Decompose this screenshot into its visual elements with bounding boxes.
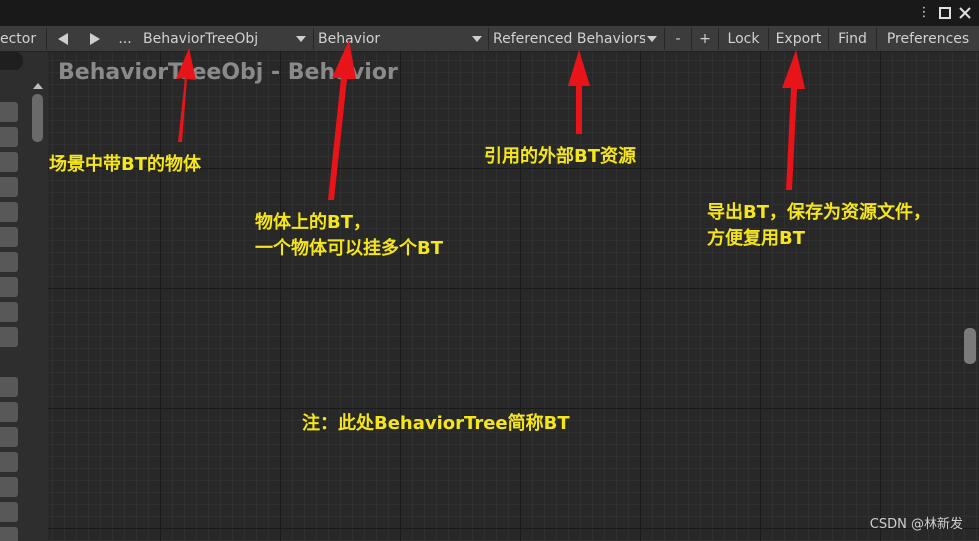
- triangle-left-icon: [58, 33, 68, 45]
- task-list-item[interactable]: [0, 277, 18, 297]
- task-list-item[interactable]: [0, 127, 18, 147]
- behavior-annotation-line2: 一个物体可以挂多个BT: [255, 238, 443, 259]
- prev-button[interactable]: [50, 26, 76, 52]
- behavior-toolbar: ector ... BehaviorTreeObj Behavior Refer…: [0, 26, 979, 52]
- export-label: Export: [775, 31, 822, 47]
- lock-button[interactable]: Lock: [719, 26, 768, 52]
- maximize-icon[interactable]: [936, 4, 954, 22]
- panel-scrollbar-thumb[interactable]: [32, 94, 43, 142]
- more-options-label: ...: [118, 31, 132, 47]
- behavior-graph-canvas[interactable]: [48, 52, 979, 541]
- object-dropdown[interactable]: BehaviorTreeObj: [139, 28, 312, 50]
- task-list-item[interactable]: [0, 327, 18, 347]
- referenced-behaviors-label: Referenced Behaviors: [493, 31, 645, 47]
- find-label: Find: [838, 31, 867, 47]
- task-list-item[interactable]: [0, 502, 18, 522]
- export-annotation-line2: 方便复用BT: [707, 228, 805, 249]
- task-list-item[interactable]: [0, 227, 18, 247]
- panel-search-field[interactable]: [0, 52, 23, 70]
- task-list-item[interactable]: [0, 527, 18, 541]
- referenced-behaviors-dropdown[interactable]: Referenced Behaviors: [489, 28, 663, 50]
- export-button[interactable]: Export: [769, 26, 828, 52]
- add-behavior-button[interactable]: +: [692, 26, 718, 52]
- close-icon[interactable]: [956, 4, 974, 22]
- preferences-label: Preferences: [886, 31, 970, 47]
- chevron-down-icon: [296, 36, 306, 42]
- task-list-item[interactable]: [0, 402, 18, 422]
- graph-scrollbar-thumb[interactable]: [964, 328, 976, 364]
- next-button[interactable]: [82, 26, 108, 52]
- more-options-button[interactable]: ...: [114, 26, 136, 52]
- task-list-item[interactable]: [0, 377, 18, 397]
- abbreviation-annotation: 注：此处BehaviorTree简称BT: [302, 411, 570, 437]
- export-annotation: 导出BT，保存为资源文件， 方便复用BT: [707, 200, 931, 252]
- referenced-annotation: 引用的外部BT资源: [484, 144, 636, 170]
- task-list-item[interactable]: [0, 252, 18, 272]
- object-annotation: 场景中带BT的物体: [49, 152, 201, 178]
- lock-label: Lock: [727, 31, 760, 47]
- behavior-dropdown[interactable]: Behavior: [314, 28, 488, 50]
- task-list-item[interactable]: [0, 202, 18, 222]
- abbreviation-annotation-text: 注：此处BehaviorTree简称BT: [302, 413, 570, 434]
- minus-label: -: [675, 31, 681, 47]
- window-titlebar: ⋮: [0, 0, 979, 26]
- remove-behavior-button[interactable]: -: [665, 26, 691, 52]
- task-list-item[interactable]: [0, 152, 18, 172]
- toolbar-divider: [46, 28, 47, 50]
- task-list-item[interactable]: [0, 427, 18, 447]
- plus-label: +: [699, 31, 711, 47]
- find-button[interactable]: Find: [829, 26, 876, 52]
- task-list-item[interactable]: [0, 177, 18, 197]
- triangle-right-icon: [90, 33, 100, 45]
- behavior-designer-window: ⋮ ector ... BehaviorTreeObj Behavior Ref…: [0, 0, 979, 541]
- behavior-dropdown-label: Behavior: [318, 31, 381, 47]
- behavior-annotation-line1: 物体上的BT，: [255, 212, 371, 233]
- task-list-panel: [0, 52, 48, 541]
- object-annotation-text: 场景中带BT的物体: [49, 154, 201, 175]
- task-list-item[interactable]: [0, 452, 18, 472]
- scroll-up-icon[interactable]: [33, 83, 43, 89]
- export-annotation-line1: 导出BT，保存为资源文件，: [707, 202, 931, 223]
- chevron-down-icon: [472, 36, 482, 42]
- task-list-item[interactable]: [0, 102, 18, 122]
- referenced-annotation-text: 引用的外部BT资源: [484, 146, 636, 167]
- preferences-button[interactable]: Preferences: [877, 26, 979, 52]
- task-list-item[interactable]: [0, 477, 18, 497]
- task-list-item[interactable]: [0, 302, 18, 322]
- chevron-down-icon: [647, 36, 657, 42]
- graph-title: BehaviorTreeObj - Behavior: [58, 60, 398, 85]
- tab-inspector[interactable]: ector: [0, 26, 38, 52]
- behavior-annotation: 物体上的BT， 一个物体可以挂多个BT: [255, 210, 443, 262]
- watermark: CSDN @林新发: [869, 517, 963, 532]
- more-vert-icon[interactable]: ⋮: [915, 4, 933, 22]
- tab-inspector-label: ector: [0, 31, 37, 47]
- object-dropdown-label: BehaviorTreeObj: [143, 31, 259, 47]
